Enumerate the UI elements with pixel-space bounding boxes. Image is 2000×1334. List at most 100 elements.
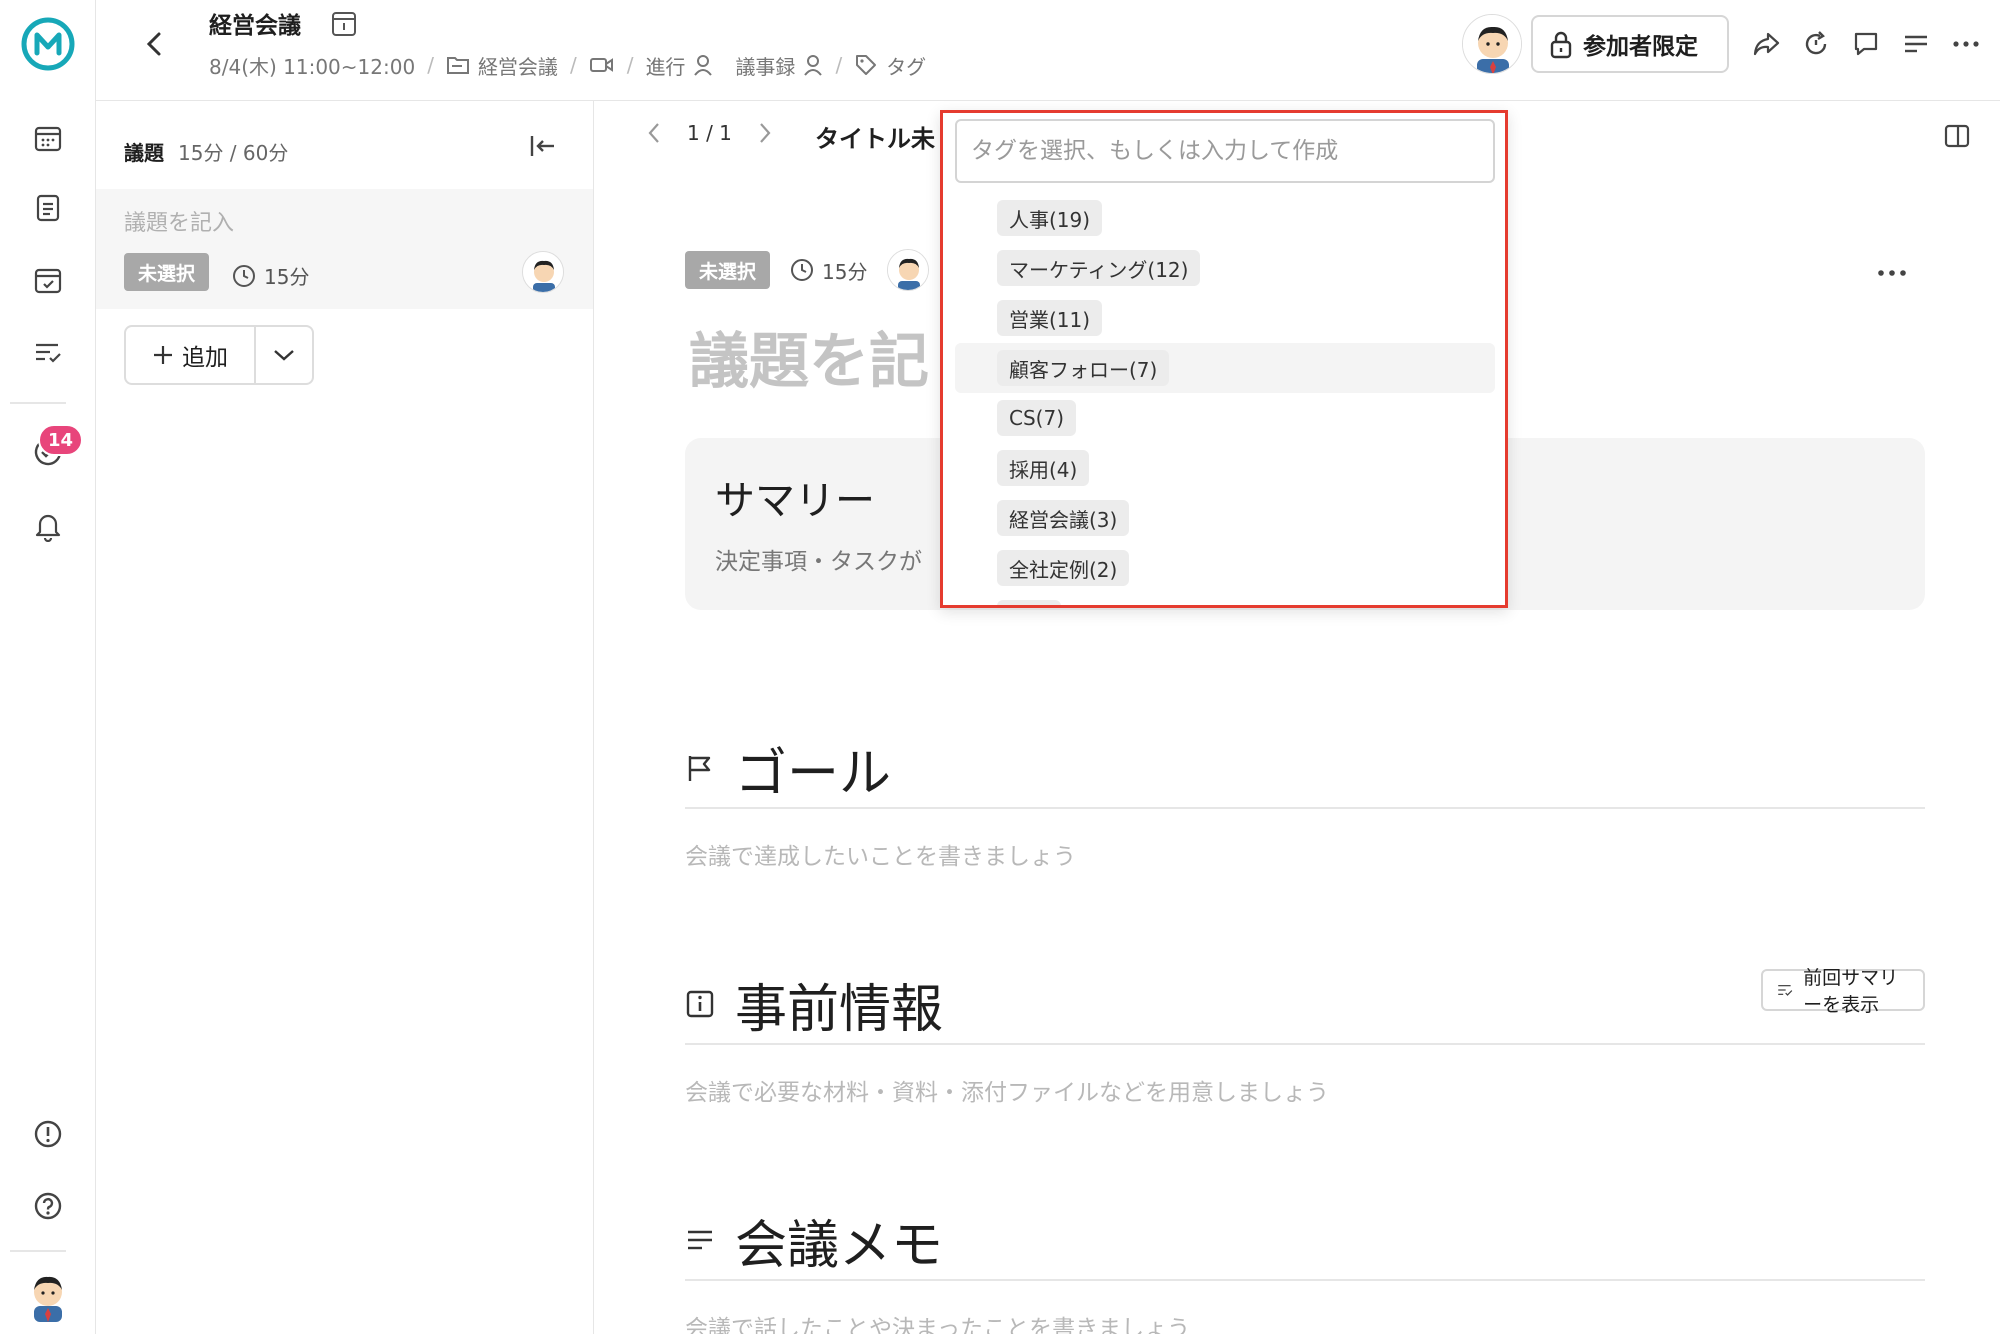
tag-option[interactable]: 経営会議(3)	[955, 493, 1495, 543]
goal-title: ゴール	[735, 743, 892, 804]
meta-separator: /	[626, 53, 634, 77]
agenda-status-row: 未選択 15分	[685, 249, 930, 291]
main-duration-label: 15分	[822, 259, 868, 284]
main-owner-avatar[interactable]	[887, 249, 930, 291]
plus-icon	[154, 346, 172, 364]
pre-info-section: 事前情報 前回サマリーを表示 会議で必要な材料・資料・添付ファイルなどを用意しま…	[685, 965, 1925, 1107]
video-call[interactable]	[589, 55, 615, 75]
tag-option-chip: 人事(19)	[997, 200, 1103, 236]
tag-option[interactable]: マーケティング(12)	[955, 243, 1495, 293]
previous-summary-button[interactable]: 前回サマリーを表示	[1761, 967, 1925, 1016]
participant-avatar[interactable]	[1462, 14, 1522, 74]
tag-option-chip: タグ	[997, 600, 1061, 605]
participants-only-button[interactable]: 参加者限定	[1531, 15, 1729, 73]
meeting-folder[interactable]: 経営会議	[446, 51, 558, 80]
outline-icon[interactable]	[1896, 24, 1936, 64]
add-agenda-main[interactable]: 追加	[126, 327, 256, 383]
summary-title: サマリー	[715, 478, 875, 524]
pre-info-title: 事前情報	[735, 979, 944, 1040]
tag-option[interactable]: 人事(19)	[955, 193, 1495, 243]
chevron-left-icon[interactable]	[647, 122, 661, 144]
pre-info-placeholder[interactable]: 会議で必要な材料・資料・添付ファイルなどを用意しましょう	[685, 1073, 1925, 1107]
bell-icon[interactable]	[20, 498, 76, 554]
more-icon[interactable]	[1946, 24, 1986, 64]
flag-icon	[688, 756, 711, 781]
agenda-time-summary: 15分 / 60分	[178, 141, 289, 165]
participants-only-label: 参加者限定	[1583, 34, 1698, 60]
folder-label: 経営会議	[477, 54, 558, 79]
tag-option[interactable]: タグ	[955, 593, 1495, 605]
tag-list: 人事(19) マーケティング(12) 営業(11) 顧客フォロー(7) CS(7) 採用(…	[955, 193, 1495, 605]
share-icon[interactable]	[1746, 24, 1786, 64]
app-logo-icon[interactable]	[20, 16, 76, 72]
feedback-icon[interactable]	[20, 1106, 76, 1162]
clock-icon	[233, 264, 255, 287]
help-icon[interactable]	[20, 1178, 76, 1234]
meeting-memo-header: 会議メモ	[685, 1201, 1925, 1281]
agenda-doc-title[interactable]: タイトル未	[815, 119, 935, 154]
refresh-icon[interactable]	[1796, 24, 1836, 64]
template-icon[interactable]	[330, 10, 358, 42]
agenda-more-icon[interactable]	[1877, 251, 1907, 284]
calendar-check-icon[interactable]	[20, 252, 76, 308]
main-duration[interactable]: 15分	[790, 256, 867, 285]
split-panel-icon[interactable]	[1943, 123, 1971, 153]
meeting-memo-section: 会議メモ 会議で話したことや決まったことを書きましょう	[685, 1201, 1925, 1334]
facilitator[interactable]: 進行	[645, 51, 713, 80]
collapse-panel-icon[interactable]	[528, 133, 558, 163]
tag-option[interactable]: 営業(11)	[955, 293, 1495, 343]
add-agenda-label: 追加	[182, 345, 228, 371]
add-agenda-button[interactable]: 追加	[124, 325, 314, 385]
clock-icon	[791, 259, 814, 281]
left-nav: 14	[0, 0, 96, 1334]
folder-icon	[446, 57, 469, 74]
video-icon	[589, 58, 613, 72]
meeting-datetime[interactable]: 8/4(木) 11:00~12:00	[209, 51, 415, 80]
agenda-pager: 1 / 1	[647, 121, 772, 145]
tag-option-chip: CS(7)	[997, 400, 1076, 436]
facilitator-label: 進行	[645, 54, 686, 79]
agenda-status-chip[interactable]: 未選択	[124, 253, 210, 291]
minutes-taker[interactable]: 議事録	[735, 51, 823, 80]
tag-option[interactable]: 顧客フォロー(7)	[955, 343, 1495, 393]
meeting-memo-placeholder[interactable]: 会議で話したことや決まったことを書きましょう	[685, 1309, 1925, 1334]
notification-badge: 14	[38, 424, 84, 456]
document-icon[interactable]	[20, 180, 76, 236]
calendar-icon[interactable]	[20, 110, 76, 166]
pre-info-header: 事前情報	[685, 965, 1925, 1045]
add-agenda-dropdown[interactable]	[256, 327, 312, 383]
agenda-title-placeholder[interactable]: 議題を記	[689, 313, 929, 400]
tag-option[interactable]: 採用(4)	[955, 443, 1495, 493]
meeting-memo-title: 会議メモ	[735, 1215, 944, 1276]
chevron-down-icon	[274, 350, 294, 361]
tag-option[interactable]: CS(7)	[955, 393, 1495, 443]
goal-header: ゴール	[685, 729, 1925, 809]
agenda-owner-avatar[interactable]	[522, 251, 564, 293]
goal-placeholder[interactable]: 会議で達成したいことを書きましょう	[685, 837, 1925, 871]
tag-selector[interactable]: タグ	[854, 51, 926, 80]
agenda-item[interactable]: 議題を記入 未選択 15分	[96, 189, 593, 309]
tag-option-chip: 採用(4)	[997, 450, 1090, 486]
task-list-icon[interactable]	[20, 324, 76, 380]
tag-search-input[interactable]	[955, 119, 1495, 183]
agenda-duration[interactable]: 15分	[232, 261, 309, 290]
user-avatar[interactable]	[20, 1268, 76, 1324]
agenda-heading: 議題	[124, 141, 164, 165]
info-icon	[686, 990, 714, 1018]
agenda-duration-label: 15分	[264, 265, 310, 289]
tag-option-chip: 経営会議(3)	[997, 500, 1130, 536]
back-button[interactable]	[132, 22, 176, 66]
tag-option[interactable]: 全社定例(2)	[955, 543, 1495, 593]
tag-option-chip: 営業(11)	[997, 300, 1103, 336]
meta-separator: /	[569, 53, 577, 77]
summary-list-icon	[1778, 985, 1793, 996]
tag-option-chip: マーケティング(12)	[997, 250, 1201, 286]
main-status-chip[interactable]: 未選択	[685, 251, 771, 289]
nav-divider-bottom	[10, 1250, 66, 1252]
agenda-item-title[interactable]: 議題を記入	[124, 205, 234, 237]
meeting-title[interactable]: 経営会議	[209, 6, 301, 40]
agenda-header: 議題 15分 / 60分	[124, 137, 288, 166]
comment-icon[interactable]	[1846, 24, 1886, 64]
meta-separator: /	[427, 53, 434, 77]
chevron-right-icon[interactable]	[758, 122, 772, 144]
